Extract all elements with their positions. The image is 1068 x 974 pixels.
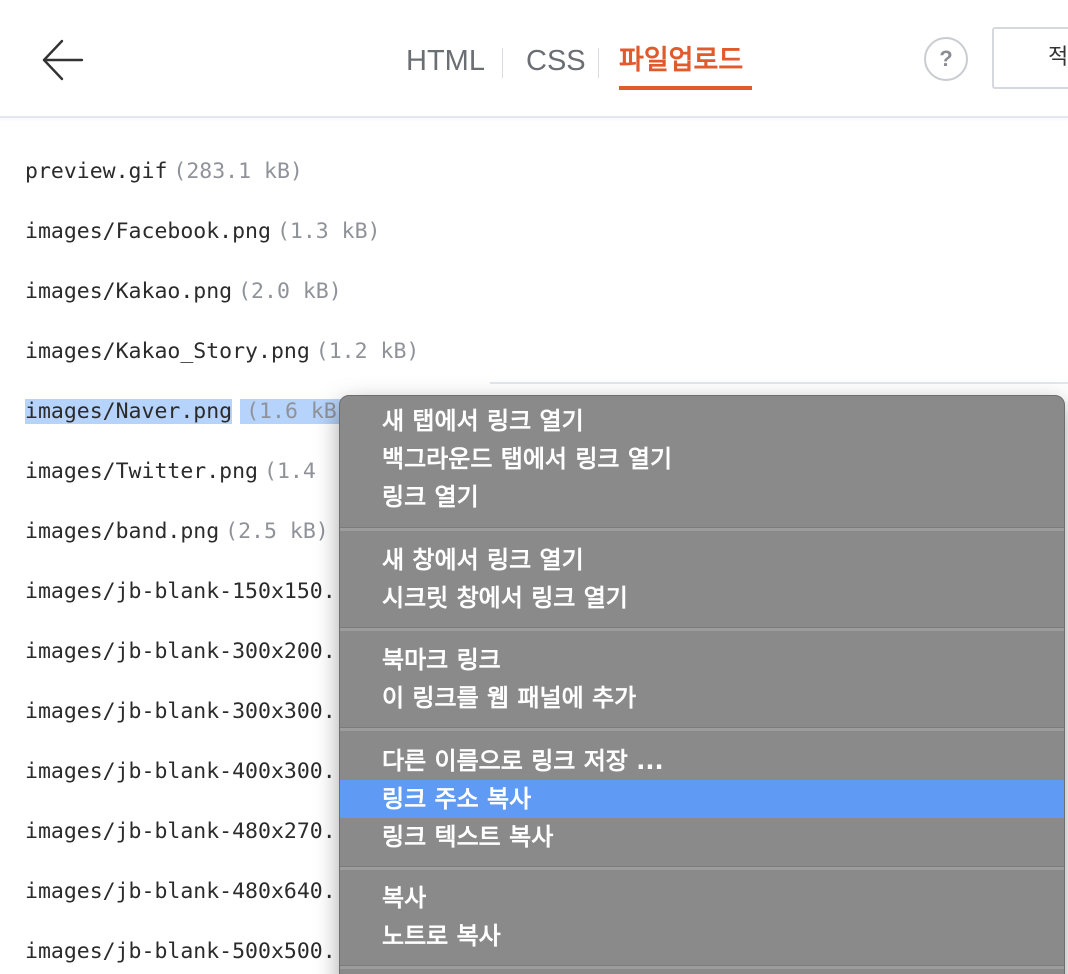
menu-item-open-new-tab[interactable]: 새 탭에서 링크 열기: [340, 402, 1064, 440]
menu-item-open-new-window[interactable]: 새 창에서 링크 열기: [340, 541, 1064, 579]
file-link[interactable]: images/Facebook.png: [25, 219, 271, 244]
menu-item-copy-to-note[interactable]: 노트로 복사: [340, 917, 1064, 955]
tab-bar: HTML CSS 파일업로드: [0, 0, 1068, 116]
menu-item-open-private-window[interactable]: 시크릿 창에서 링크 열기: [340, 579, 1064, 617]
menu-item-copy-link-text[interactable]: 링크 텍스트 복사: [340, 818, 1064, 856]
help-button[interactable]: ?: [924, 37, 968, 81]
tab-html[interactable]: HTML: [406, 41, 485, 81]
file-link[interactable]: images/Kakao_Story.png: [25, 339, 310, 364]
file-size: (283.1 kB): [173, 159, 303, 184]
tab-file-upload[interactable]: 파일업로드: [619, 41, 743, 81]
tab-separator: [598, 48, 599, 78]
file-link[interactable]: images/jb-blank-150x150.: [25, 579, 336, 604]
file-size: (1.4: [264, 459, 316, 484]
file-size: (1.6 kB): [240, 399, 350, 424]
menu-item-save-link-as[interactable]: 다른 이름으로 링크 저장 ...: [340, 742, 1064, 780]
file-link[interactable]: preview.gif: [25, 159, 167, 184]
file-list-item: images/Kakao_Story.png (1.2 kB): [0, 322, 1068, 382]
file-link[interactable]: images/jb-blank-480x270.: [25, 819, 336, 844]
link-context-menu: 새 탭에서 링크 열기 백그라운드 탭에서 링크 열기 링크 열기 새 창에서 …: [339, 395, 1065, 974]
file-list-item: preview.gif (283.1 kB): [0, 142, 1068, 202]
file-link[interactable]: images/jb-blank-400x300.: [25, 759, 336, 784]
menu-separator: [340, 727, 1064, 731]
menu-separator: [340, 866, 1064, 870]
menu-group-open: 새 탭에서 링크 열기 백그라운드 탭에서 링크 열기 링크 열기: [340, 402, 1064, 516]
menu-item-copy-link-address[interactable]: 링크 주소 복사: [340, 780, 1064, 818]
menu-group-bookmark: 북마크 링크 이 링크를 웹 패널에 추가: [340, 641, 1064, 717]
menu-item-add-web-panel[interactable]: 이 링크를 웹 패널에 추가: [340, 679, 1064, 717]
file-link[interactable]: images/jb-blank-300x300.: [25, 699, 336, 724]
file-link[interactable]: images/jb-blank-500x500.: [25, 939, 336, 964]
file-size: (2.0 kB): [238, 279, 342, 304]
file-link[interactable]: images/jb-blank-300x200.: [25, 639, 336, 664]
menu-group-copy: 복사 노트로 복사: [340, 879, 1064, 955]
menu-item-open-link[interactable]: 링크 열기: [340, 478, 1064, 516]
menu-separator: [340, 527, 1064, 531]
file-link[interactable]: images/Naver.png: [25, 399, 233, 424]
file-link[interactable]: images/jb-blank-480x640.: [25, 879, 336, 904]
menu-group-window: 새 창에서 링크 열기 시크릿 창에서 링크 열기: [340, 541, 1064, 617]
file-list-item: images/Facebook.png (1.3 kB): [0, 202, 1068, 262]
file-size: (2.5 kB): [225, 519, 329, 544]
apply-button[interactable]: 적용: [992, 27, 1068, 89]
menu-item-bookmark-link[interactable]: 북마크 링크: [340, 641, 1064, 679]
tab-separator: [502, 48, 503, 78]
tab-css[interactable]: CSS: [526, 41, 586, 81]
file-list-item: images/Kakao.png (2.0 kB): [0, 262, 1068, 322]
menu-item-copy[interactable]: 복사: [340, 879, 1064, 917]
selection-edge: [490, 382, 1068, 384]
file-link[interactable]: images/band.png: [25, 519, 219, 544]
file-link[interactable]: images/Twitter.png: [25, 459, 258, 484]
file-link[interactable]: images/Kakao.png: [25, 279, 232, 304]
help-icon: ?: [939, 46, 953, 71]
editor-header: HTML CSS 파일업로드 ? 적용: [0, 0, 1068, 118]
menu-group-save-copy: 다른 이름으로 링크 저장 ... 링크 주소 복사 링크 텍스트 복사: [340, 742, 1064, 856]
menu-item-open-background-tab[interactable]: 백그라운드 탭에서 링크 열기: [340, 440, 1064, 478]
active-tab-indicator: [619, 86, 752, 90]
file-size: (1.2 kB): [315, 339, 420, 364]
file-size: (1.3 kB): [276, 219, 381, 244]
menu-separator: [340, 627, 1064, 631]
menu-separator: [340, 965, 1064, 969]
